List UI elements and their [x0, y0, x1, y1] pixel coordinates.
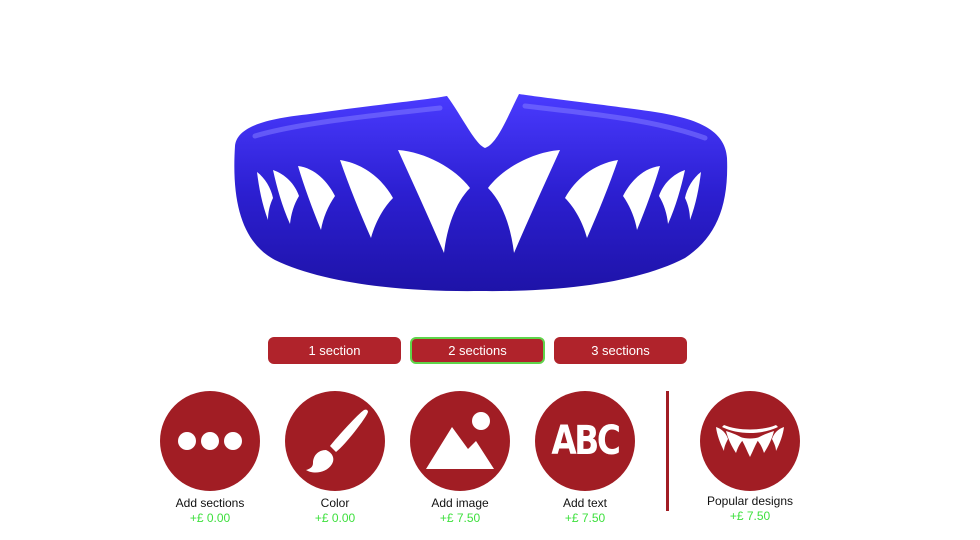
add-text-price: +£ 7.50: [564, 511, 606, 525]
color-tool[interactable]: Color +£ 0.00: [270, 391, 400, 525]
color-price: +£ 0.00: [314, 511, 356, 525]
fangs-design-icon: [716, 425, 784, 457]
color-button[interactable]: [285, 391, 385, 491]
add-sections-label: Add sections: [175, 496, 245, 510]
one-section-button[interactable]: 1 section: [268, 337, 401, 364]
add-image-price: +£ 7.50: [439, 511, 481, 525]
paintbrush-icon: [306, 409, 368, 473]
three-dots-icon: [178, 432, 242, 450]
color-label: Color: [320, 496, 350, 510]
popular-designs-tool[interactable]: Popular designs +£ 7.50: [685, 391, 815, 523]
add-sections-button[interactable]: [160, 391, 260, 491]
add-text-button[interactable]: ABC: [535, 391, 635, 491]
three-sections-button[interactable]: 3 sections: [554, 337, 687, 364]
add-image-label: Add image: [431, 496, 489, 510]
popular-designs-button[interactable]: [700, 391, 800, 491]
popular-designs-label: Popular designs: [706, 494, 794, 508]
add-text-label: Add text: [562, 496, 608, 510]
mouthguard-preview: [215, 88, 735, 300]
two-sections-button[interactable]: 2 sections: [410, 337, 545, 364]
mountain-image-icon: [426, 412, 494, 469]
add-sections-tool[interactable]: Add sections +£ 0.00: [145, 391, 275, 525]
add-image-button[interactable]: [410, 391, 510, 491]
abc-text-icon: ABC: [551, 418, 621, 464]
add-sections-price: +£ 0.00: [189, 511, 231, 525]
popular-designs-price: +£ 7.50: [729, 509, 771, 523]
add-image-tool[interactable]: Add image +£ 7.50: [395, 391, 525, 525]
mouthguard-fangs-preview-image: [234, 94, 728, 292]
toolbar-divider: [666, 391, 669, 511]
add-text-tool[interactable]: ABC Add text +£ 7.50: [520, 391, 650, 525]
